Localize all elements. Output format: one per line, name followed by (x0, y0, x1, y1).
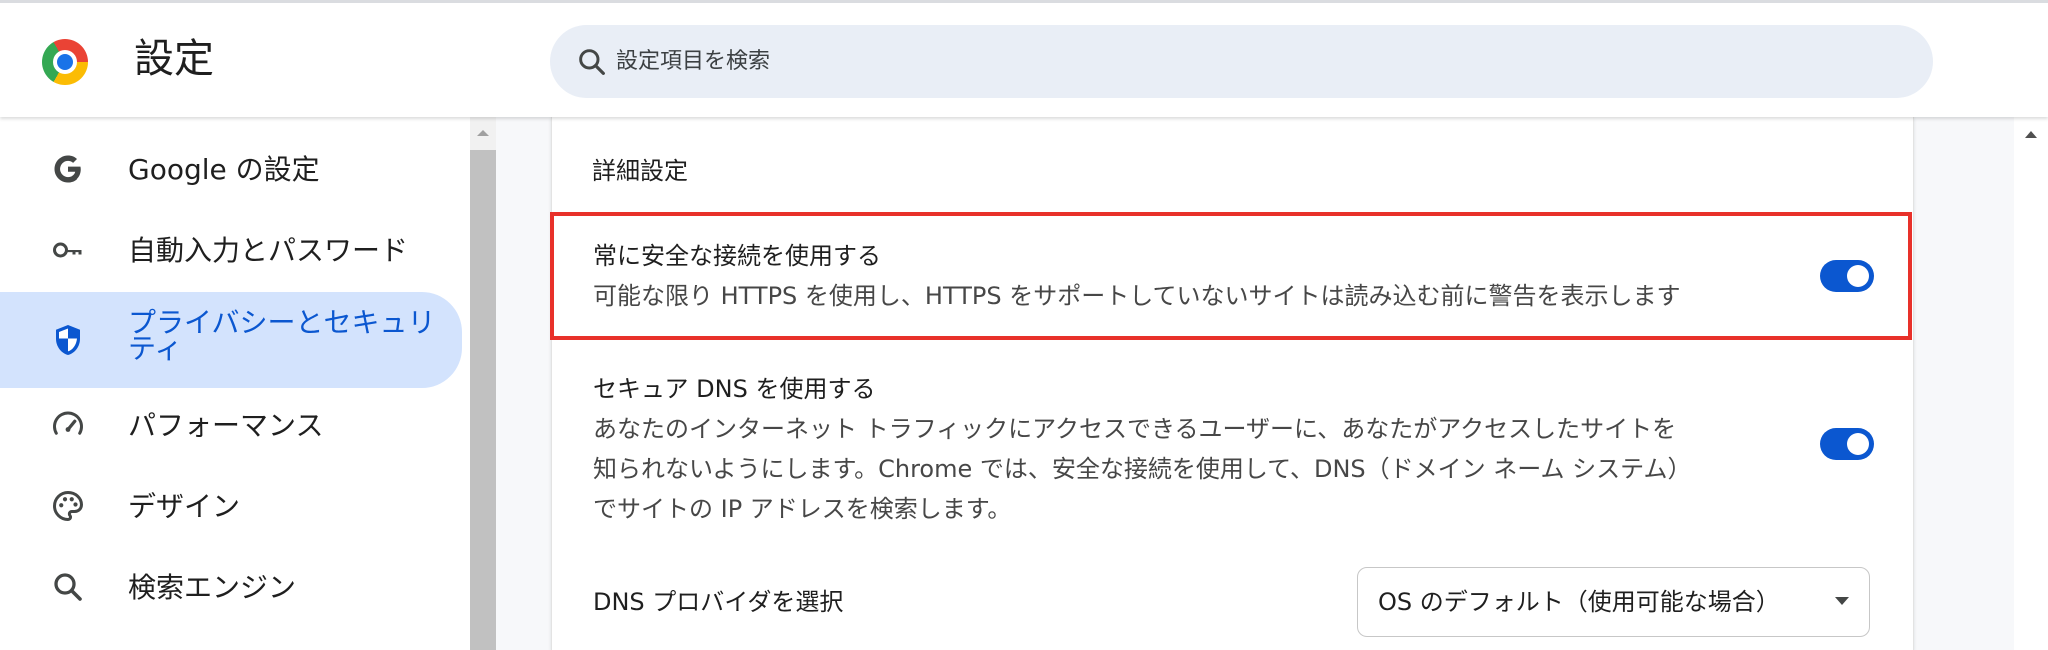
sidebar: Google の設定 自動入力とパスワード プライバシーとセキュリティ パフォー… (0, 117, 470, 650)
sidebar-item-performance[interactable]: パフォーマンス (0, 389, 462, 468)
sidebar-item-appearance[interactable]: デザイン (0, 468, 462, 547)
sidebar-item-label: Google の設定 (128, 153, 320, 186)
search-input[interactable] (616, 25, 1896, 98)
dropdown-arrow-icon (1835, 597, 1849, 605)
sidebar-item-label: 検索エンジン (128, 571, 297, 604)
speedometer-icon (53, 411, 83, 435)
shield-icon (56, 325, 80, 355)
setting-description: あなたのインターネット トラフィックにアクセスできるユーザーに、あなたがアクセス… (593, 409, 1773, 529)
scroll-up-arrow-icon[interactable] (2022, 127, 2040, 141)
dns-provider-selected-value: OS のデフォルト（使用可能な場合） (1378, 588, 1780, 616)
top-bar: 設定 (0, 0, 2048, 117)
dns-provider-select[interactable]: OS のデフォルト（使用可能な場合） (1357, 567, 1870, 637)
sidebar-item-label: パフォーマンス (128, 409, 324, 442)
key-icon (53, 242, 82, 258)
sidebar-item-search-engine[interactable]: 検索エンジン (0, 547, 462, 626)
page-scrollbar[interactable] (2014, 117, 2048, 650)
sidebar-item-privacy-security[interactable]: プライバシーとセキュリティ (0, 292, 462, 388)
toggle-knob (1847, 433, 1869, 455)
palette-icon (53, 490, 84, 522)
description-line: あなたのインターネット トラフィックにアクセスできるユーザーに、あなたがアクセス… (593, 415, 1677, 443)
sidebar-item-label: 自動入力とパスワード (128, 234, 409, 267)
sidebar-item-label: デザイン (128, 490, 241, 523)
page-title: 設定 (134, 36, 214, 82)
description-line: でサイトの IP アドレスを検索します。 (593, 495, 1012, 523)
dns-provider-label: DNS プロバイダを選択 (593, 588, 844, 616)
highlight-annotation-box (550, 212, 1912, 340)
sidebar-item-label: プライバシーとセキュリティ (128, 306, 436, 365)
search-box[interactable] (550, 25, 1933, 98)
section-title: 詳細設定 (592, 157, 688, 185)
sidebar-scrollbar-thumb[interactable] (470, 150, 496, 650)
search-icon (54, 573, 82, 601)
scroll-up-arrow-icon[interactable] (470, 121, 496, 145)
setting-secure-dns[interactable]: セキュア DNS を使用する あなたのインターネット トラフィックにアクセスでき… (551, 365, 1912, 535)
sidebar-item-google[interactable]: Google の設定 (0, 131, 462, 210)
search-icon (579, 49, 605, 75)
description-line: 知られないようにします。Chrome では、安全な接続を使用して、DNS（ドメイ… (593, 455, 1692, 483)
setting-title: セキュア DNS を使用する (593, 375, 876, 403)
secure-dns-toggle[interactable] (1820, 428, 1874, 460)
google-g-icon (54, 155, 81, 183)
sidebar-item-autofill[interactable]: 自動入力とパスワード (0, 210, 462, 289)
chrome-logo-icon (42, 39, 88, 85)
